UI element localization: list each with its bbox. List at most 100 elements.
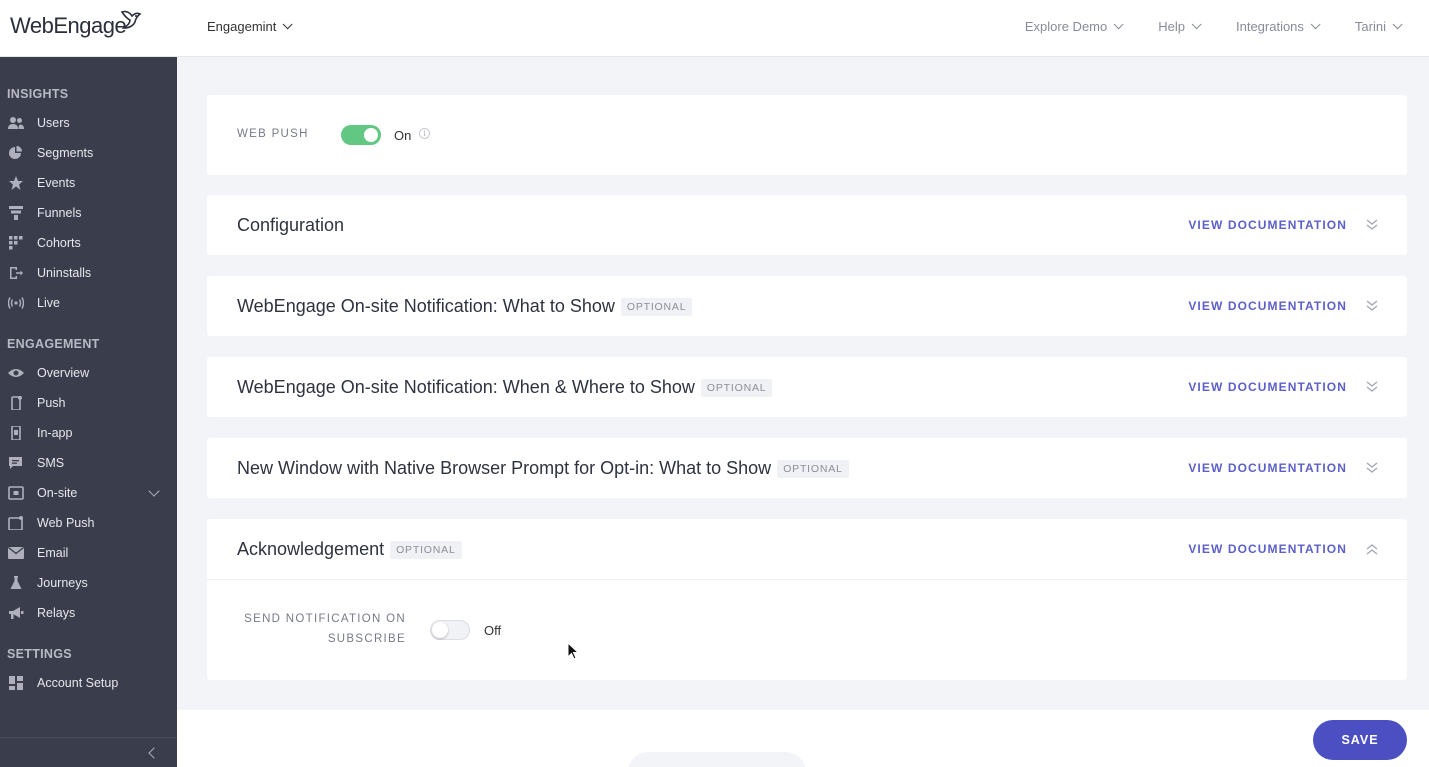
nav-explore-demo[interactable]: Explore Demo: [1024, 19, 1124, 34]
section-title-text: Acknowledgement: [237, 539, 385, 559]
section-title-text: WebEngage On-site Notification: What to …: [237, 296, 615, 316]
exit-icon: [7, 266, 25, 280]
sidebar-item-account-setup[interactable]: Account Setup: [7, 672, 170, 694]
sidebar-item-label: In-app: [37, 426, 73, 440]
optional-badge: OPTIONAL: [700, 378, 773, 397]
section-title: WebEngage On-site Notification: What to …: [237, 296, 693, 317]
double-chevron-down-icon[interactable]: [1365, 461, 1379, 475]
sidebar-item-funnels[interactable]: Funnels: [7, 202, 170, 224]
nav-label: Integrations: [1235, 19, 1304, 34]
webengage-logo[interactable]: WebEngage: [10, 10, 142, 42]
nav-help[interactable]: Help: [1158, 19, 1202, 34]
window-icon: [7, 486, 25, 500]
sidebar-item-uninstalls[interactable]: Uninstalls: [7, 262, 170, 284]
view-documentation-link[interactable]: VIEW DOCUMENTATION: [1188, 461, 1347, 475]
header-nav: Explore Demo Help Integrations Tarini: [1024, 19, 1403, 34]
send-notification-toggle[interactable]: [430, 620, 470, 640]
sidebar-item-push[interactable]: Push: [7, 392, 170, 414]
mouse-cursor-icon: [567, 642, 579, 660]
sidebar-section-insights: INSIGHTS: [7, 87, 69, 101]
double-chevron-down-icon[interactable]: [1365, 218, 1379, 232]
sidebar-item-journeys[interactable]: Journeys: [7, 572, 170, 594]
sidebar-item-email[interactable]: Email: [7, 542, 170, 564]
web-push-state: On: [394, 128, 412, 143]
project-name: Engagemint: [207, 19, 277, 34]
collapse-sidebar-icon[interactable]: [148, 747, 160, 759]
save-button[interactable]: SAVE: [1313, 720, 1407, 760]
sidebar-item-label: Web Push: [37, 516, 95, 530]
sidebar-item-live[interactable]: Live: [7, 292, 170, 314]
sidebar-item-relays[interactable]: Relays: [7, 602, 170, 624]
sidebar-item-web-push[interactable]: Web Push: [7, 512, 170, 534]
chevron-down-icon: [283, 19, 293, 30]
sidebar-item-users[interactable]: Users: [7, 112, 170, 134]
project-selector[interactable]: Engagemint: [207, 19, 293, 34]
star-icon: [7, 176, 25, 190]
section-title[interactable]: Acknowledgement OPTIONAL: [237, 539, 462, 560]
sidebar-item-label: Uninstalls: [37, 266, 92, 280]
phone-screen-icon: [7, 426, 25, 440]
section-acknowledgement: Acknowledgement OPTIONAL VIEW DOCUMENTAT…: [207, 519, 1407, 680]
sidebar-section-settings: SETTINGS: [7, 647, 72, 661]
label-line: SUBSCRIBE: [327, 633, 406, 645]
section-title: WebEngage On-site Notification: When & W…: [237, 377, 773, 398]
web-push-toggle[interactable]: [341, 125, 381, 145]
web-push-label: WEB PUSH: [237, 128, 309, 140]
broadcast-icon: [7, 296, 25, 310]
section-title: New Window with Native Browser Prompt fo…: [237, 458, 849, 479]
grid-icon: [7, 236, 25, 250]
sidebar-section-engagement: ENGAGEMENT: [7, 337, 100, 351]
sidebar-item-events[interactable]: Events: [7, 172, 170, 194]
sidebar-item-overview[interactable]: Overview: [7, 362, 170, 384]
sidebar-item-label: Funnels: [37, 206, 82, 220]
info-icon[interactable]: i: [419, 128, 430, 139]
label-line: SEND NOTIFICATION ON: [244, 613, 406, 625]
sidebar-item-in-app[interactable]: In-app: [7, 422, 170, 444]
section-onsite-when-where[interactable]: WebEngage On-site Notification: When & W…: [207, 357, 1407, 417]
optional-badge: OPTIONAL: [620, 297, 693, 316]
bird-logo-icon: [120, 10, 142, 29]
nav-label: Explore Demo: [1024, 19, 1108, 34]
logo-text: WebEngage: [10, 13, 127, 38]
view-documentation-link[interactable]: VIEW DOCUMENTATION: [1188, 299, 1347, 313]
nav-integrations[interactable]: Integrations: [1235, 19, 1321, 34]
double-chevron-down-icon[interactable]: [1365, 299, 1379, 313]
view-documentation-link[interactable]: VIEW DOCUMENTATION: [1188, 542, 1347, 556]
sidebar-item-label: Push: [37, 396, 66, 410]
sidebar-item-label: SMS: [37, 456, 65, 470]
section-native-prompt[interactable]: New Window with Native Browser Prompt fo…: [207, 438, 1407, 498]
sidebar-item-label: Segments: [37, 146, 94, 160]
send-notification-label: SEND NOTIFICATION ON SUBSCRIBE: [216, 609, 406, 649]
sidebar-item-label: Live: [37, 296, 60, 310]
sidebar-item-on-site[interactable]: On-site: [7, 482, 170, 504]
nav-user-menu[interactable]: Tarini: [1355, 19, 1403, 34]
eye-icon: [7, 366, 25, 380]
sidebar-item-label: Users: [37, 116, 70, 130]
view-documentation-link[interactable]: VIEW DOCUMENTATION: [1188, 218, 1347, 232]
pie-chart-icon: [7, 146, 25, 160]
section-title-text: WebEngage On-site Notification: When & W…: [237, 377, 695, 397]
secondary-button[interactable]: [628, 752, 806, 767]
chevron-down-icon[interactable]: [148, 485, 160, 497]
sidebar-item-sms[interactable]: SMS: [7, 452, 170, 474]
double-chevron-up-icon[interactable]: [1365, 542, 1379, 556]
browser-bell-icon: [7, 516, 25, 530]
megaphone-icon: [7, 606, 25, 620]
sidebar-item-label: Overview: [37, 366, 90, 380]
nav-label: Help: [1158, 19, 1185, 34]
chevron-down-icon: [1392, 19, 1403, 30]
footer-bar: [177, 710, 1429, 767]
section-onsite-what-to-show[interactable]: WebEngage On-site Notification: What to …: [207, 276, 1407, 336]
sidebar-item-cohorts[interactable]: Cohorts: [7, 232, 170, 254]
view-documentation-link[interactable]: VIEW DOCUMENTATION: [1188, 380, 1347, 394]
top-bar: WebEngage Engagemint Explore Demo Help I…: [0, 0, 1429, 57]
sidebar-item-label: Cohorts: [37, 236, 81, 250]
envelope-icon: [7, 546, 25, 560]
sidebar-item-label: Account Setup: [37, 676, 119, 690]
section-configuration[interactable]: Configuration VIEW DOCUMENTATION: [207, 195, 1407, 255]
sidebar-item-label: Journeys: [37, 576, 88, 590]
sidebar-item-segments[interactable]: Segments: [7, 142, 170, 164]
sidebar-item-label: On-site: [37, 486, 78, 500]
flask-icon: [7, 576, 25, 590]
double-chevron-down-icon[interactable]: [1365, 380, 1379, 394]
